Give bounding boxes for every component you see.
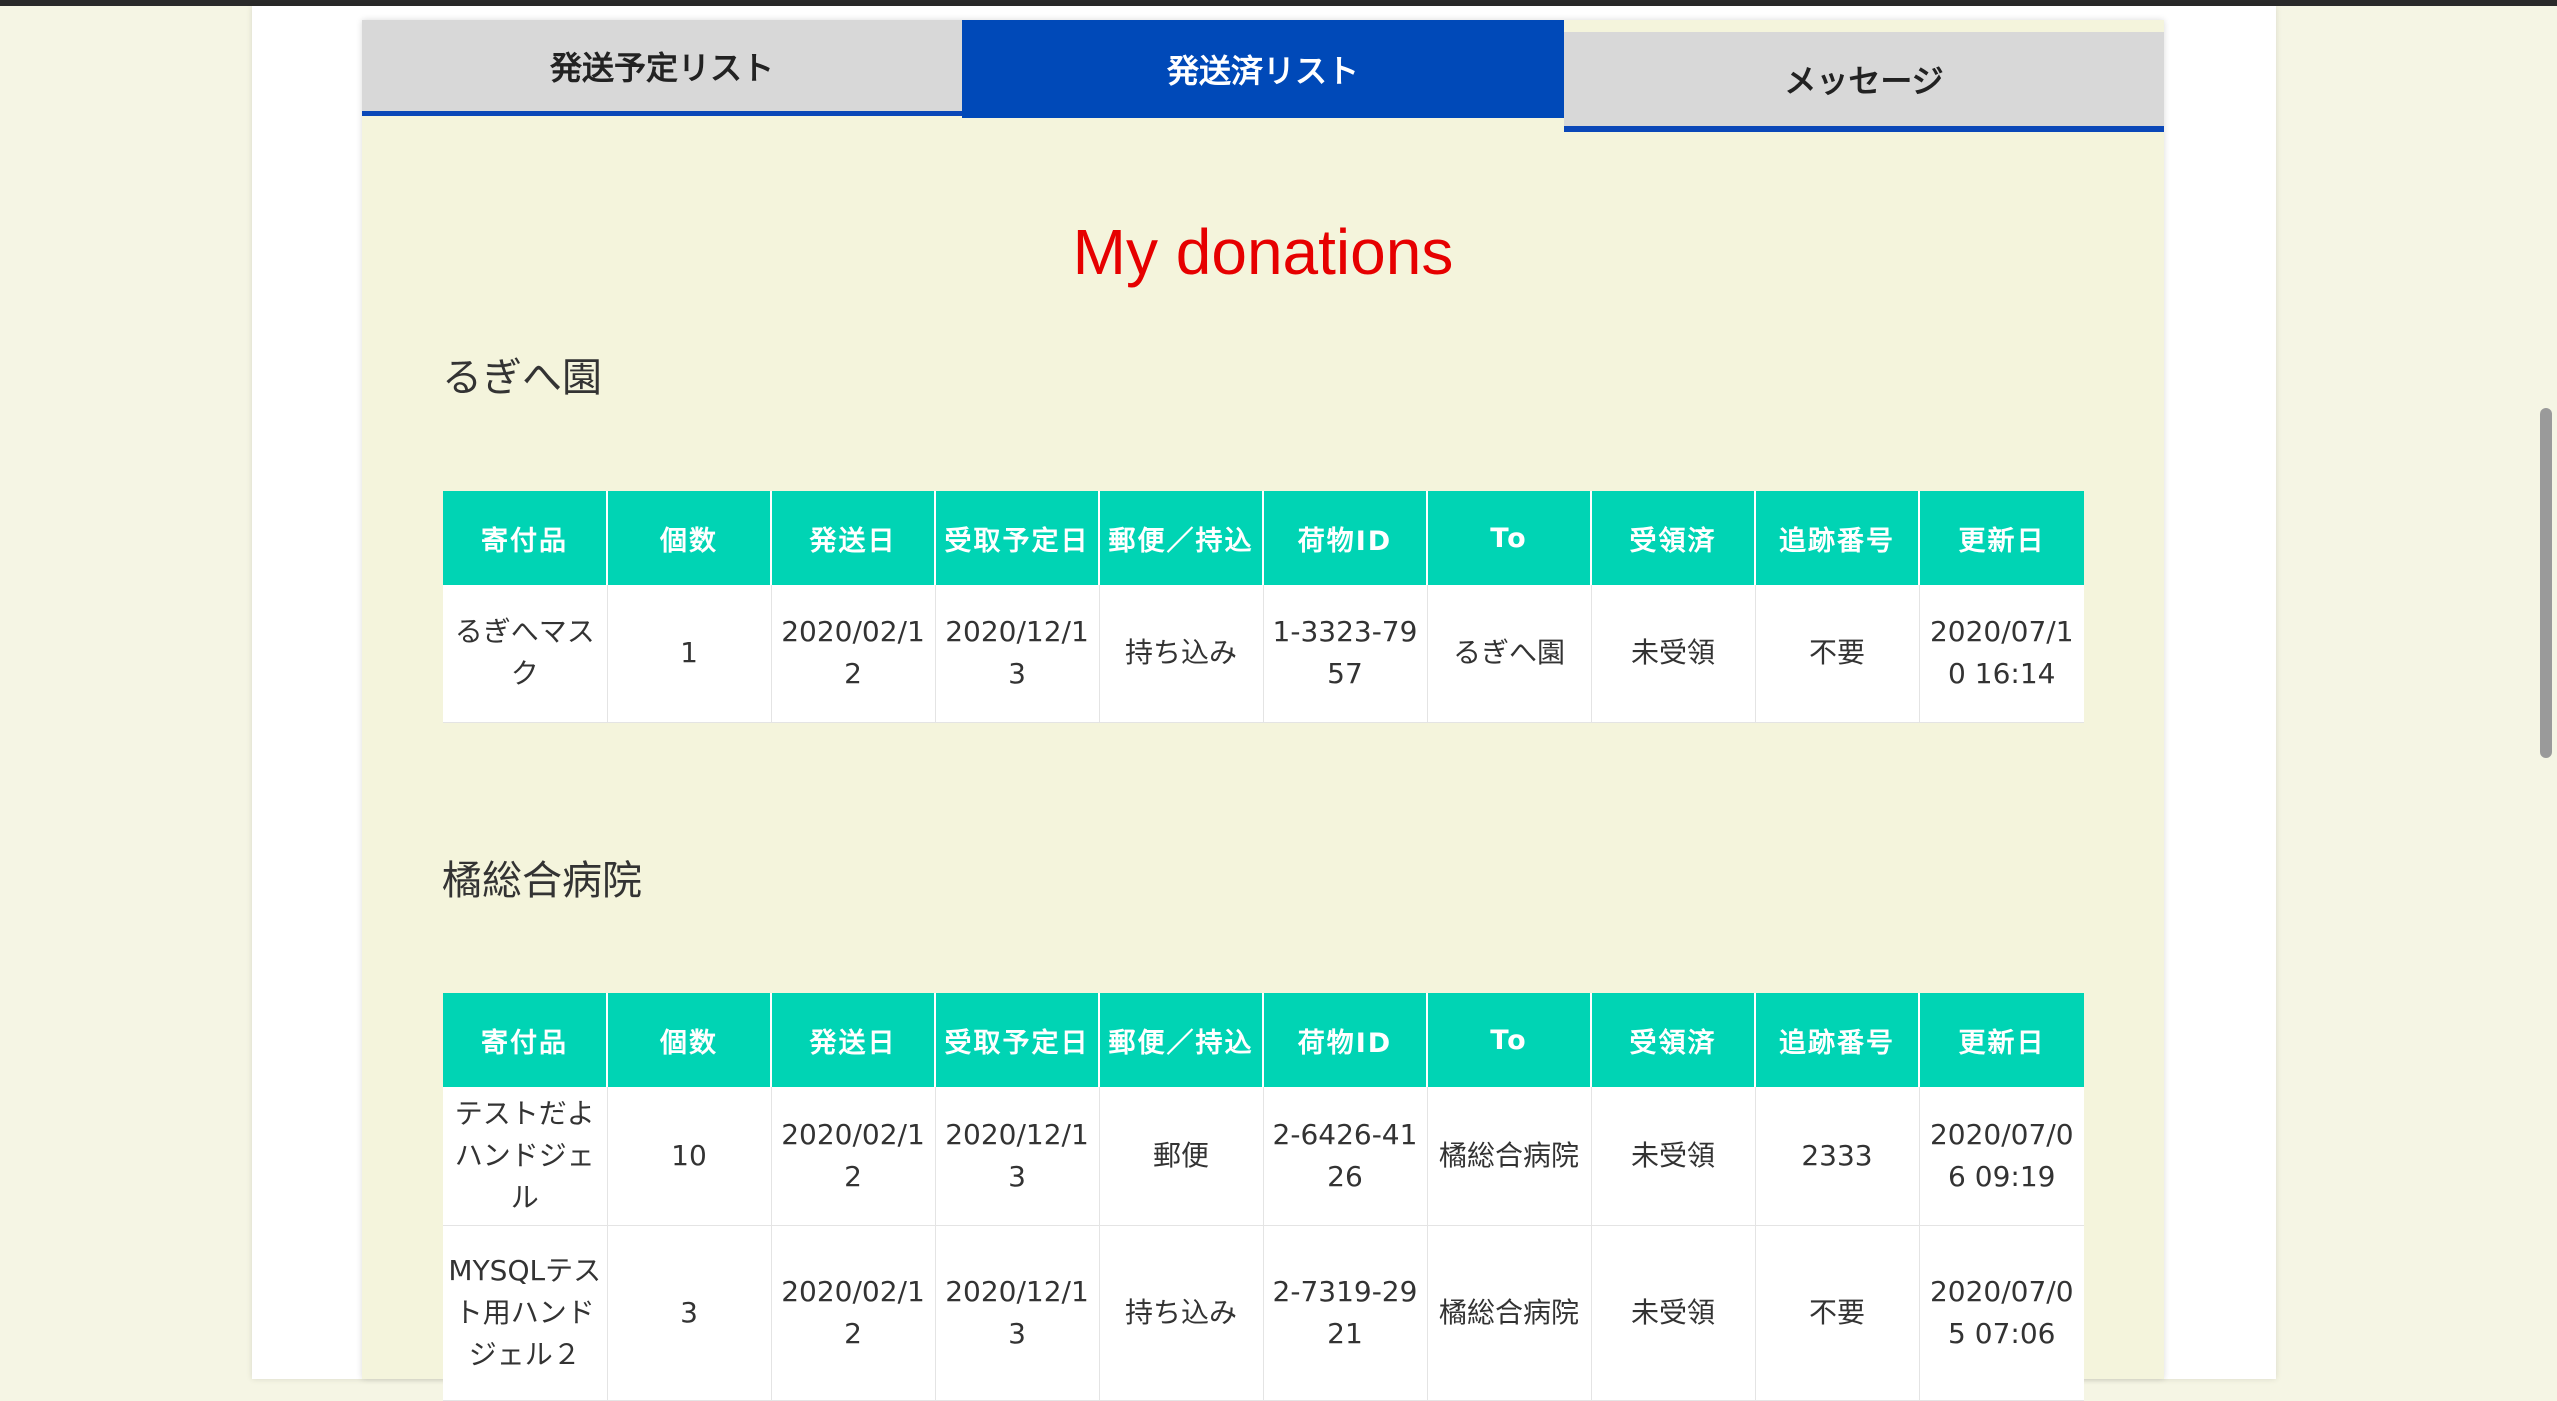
org-title: 橘総合病院	[442, 858, 642, 904]
cell-package-id: 1-3323-7957	[1263, 585, 1428, 723]
col-header-package-id: 荷物ID	[1263, 491, 1428, 585]
col-header-receive-date: 受取予定日	[935, 491, 1100, 585]
table-row: テストだよハンドジェル 10 2020/02/12 2020/12/13 郵便 …	[443, 1087, 2084, 1226]
cell-ship-date: 2020/02/12	[771, 1087, 936, 1226]
cell-to: 橘総合病院	[1427, 1087, 1592, 1226]
cell-item: るぎへマスク	[443, 585, 608, 723]
donations-table: 寄付品 個数 発送日 受取予定日 郵便／持込 荷物ID To 受領済 追跡番号 …	[443, 491, 2084, 723]
table-row: るぎへマスク 1 2020/02/12 2020/12/13 持ち込み 1-33…	[443, 585, 2084, 723]
col-header-delivery-method: 郵便／持込	[1099, 491, 1264, 585]
col-header-item: 寄付品	[443, 491, 608, 585]
cell-quantity: 1	[607, 585, 772, 723]
table-header-row: 寄付品 個数 発送日 受取予定日 郵便／持込 荷物ID To 受領済 追跡番号 …	[443, 993, 2084, 1087]
col-header-quantity: 個数	[607, 491, 772, 585]
cell-quantity: 3	[607, 1225, 772, 1401]
cell-delivery-method: 持ち込み	[1099, 585, 1264, 723]
tab-shipping-scheduled-list[interactable]: 発送予定リスト	[362, 20, 962, 116]
cell-package-id: 2-6426-4126	[1263, 1087, 1428, 1226]
cell-received: 未受領	[1591, 1087, 1756, 1226]
col-header-updated: 更新日	[1919, 993, 2084, 1087]
cell-item: テストだよハンドジェル	[443, 1087, 608, 1226]
donations-table: 寄付品 個数 発送日 受取予定日 郵便／持込 荷物ID To 受領済 追跡番号 …	[443, 993, 2084, 1401]
cell-ship-date: 2020/02/12	[771, 585, 936, 723]
cell-tracking-number: 不要	[1755, 585, 1920, 723]
cell-updated: 2020/07/10 16:14	[1919, 585, 2084, 723]
tab-shipped-list[interactable]: 発送済リスト	[962, 20, 1564, 118]
cell-to: 橘総合病院	[1427, 1225, 1592, 1401]
cell-receive-date: 2020/12/13	[935, 1087, 1100, 1226]
cell-tracking-number: 2333	[1755, 1087, 1920, 1226]
col-header-delivery-method: 郵便／持込	[1099, 993, 1264, 1087]
vertical-scrollbar[interactable]	[2540, 408, 2552, 758]
table-header-row: 寄付品 個数 発送日 受取予定日 郵便／持込 荷物ID To 受領済 追跡番号 …	[443, 491, 2084, 585]
col-header-receive-date: 受取予定日	[935, 993, 1100, 1087]
col-header-item: 寄付品	[443, 993, 608, 1087]
cell-updated: 2020/07/06 09:19	[1919, 1087, 2084, 1226]
col-header-to: To	[1427, 993, 1592, 1087]
cell-quantity: 10	[607, 1087, 772, 1226]
col-header-package-id: 荷物ID	[1263, 993, 1428, 1087]
col-header-ship-date: 発送日	[771, 993, 936, 1087]
cell-received: 未受領	[1591, 1225, 1756, 1401]
cell-package-id: 2-7319-2921	[1263, 1225, 1428, 1401]
cell-updated: 2020/07/05 07:06	[1919, 1225, 2084, 1401]
col-header-to: To	[1427, 491, 1592, 585]
cell-ship-date: 2020/02/12	[771, 1225, 936, 1401]
col-header-updated: 更新日	[1919, 491, 2084, 585]
col-header-received: 受領済	[1591, 993, 1756, 1087]
table-row: MYSQLテスト用ハンドジェル２ 3 2020/02/12 2020/12/13…	[443, 1225, 2084, 1401]
cell-item: MYSQLテスト用ハンドジェル２	[443, 1225, 608, 1401]
cell-receive-date: 2020/12/13	[935, 1225, 1100, 1401]
cell-delivery-method: 持ち込み	[1099, 1225, 1264, 1401]
col-header-tracking-number: 追跡番号	[1755, 993, 1920, 1087]
col-header-quantity: 個数	[607, 993, 772, 1087]
cell-tracking-number: 不要	[1755, 1225, 1920, 1401]
cell-receive-date: 2020/12/13	[935, 585, 1100, 723]
cell-delivery-method: 郵便	[1099, 1087, 1264, 1226]
tab-messages[interactable]: メッセージ	[1564, 32, 2164, 132]
cell-received: 未受領	[1591, 585, 1756, 723]
col-header-tracking-number: 追跡番号	[1755, 491, 1920, 585]
col-header-received: 受領済	[1591, 491, 1756, 585]
page-title: My donations	[1072, 216, 1454, 288]
org-title: るぎへ園	[442, 355, 602, 401]
cell-to: るぎへ園	[1427, 585, 1592, 723]
col-header-ship-date: 発送日	[771, 491, 936, 585]
